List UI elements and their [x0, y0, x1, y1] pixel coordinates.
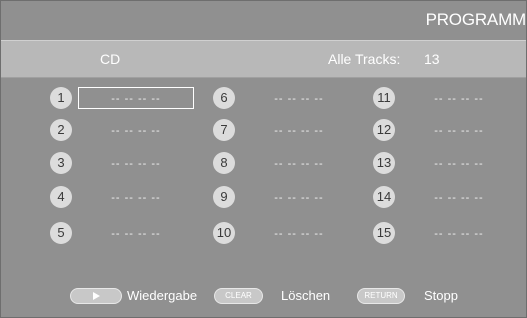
slot-value[interactable]: -- -- -- --: [401, 152, 517, 174]
clear-label: Löschen: [281, 288, 331, 303]
slot-value[interactable]: -- -- -- --: [78, 87, 194, 109]
slot-value[interactable]: -- -- -- --: [78, 186, 194, 208]
play-icon: [93, 291, 100, 300]
slot-value[interactable]: -- -- -- --: [78, 119, 194, 141]
play-button[interactable]: [70, 288, 122, 304]
slot-value[interactable]: -- -- -- --: [241, 186, 357, 208]
slot-number-badge: 14: [373, 186, 395, 208]
slot-number-badge: 8: [213, 152, 235, 174]
program-screen: PROGRAMM CD Alle Tracks: 13 1 -- -- -- -…: [0, 0, 527, 318]
slot-value[interactable]: -- -- -- --: [241, 152, 357, 174]
slot-number-badge: 5: [50, 222, 72, 244]
slot-number-badge: 12: [373, 119, 395, 141]
slot-value[interactable]: -- -- -- --: [401, 87, 517, 109]
disc-type: CD: [100, 51, 121, 67]
title-bar: PROGRAMM: [1, 1, 526, 40]
slot-number-badge: 11: [373, 87, 395, 109]
info-bar: CD Alle Tracks: 13: [1, 40, 526, 78]
slot-value[interactable]: -- -- -- --: [78, 222, 194, 244]
slot-value[interactable]: -- -- -- --: [78, 152, 194, 174]
slot-number-badge: 15: [373, 222, 395, 244]
slot-number-badge: 1: [50, 87, 72, 109]
slot-value[interactable]: -- -- -- --: [241, 87, 357, 109]
return-label: Stopp: [424, 288, 458, 303]
slot-value[interactable]: -- -- -- --: [241, 119, 357, 141]
slot-number-badge: 6: [213, 87, 235, 109]
slot-number-badge: 2: [50, 119, 72, 141]
slot-value[interactable]: -- -- -- --: [241, 222, 357, 244]
help-bar: Wiedergabe CLEAR Löschen RETURN Stopp: [1, 284, 526, 312]
slot-value[interactable]: -- -- -- --: [401, 119, 517, 141]
slot-number-badge: 10: [213, 222, 235, 244]
slot-number-badge: 9: [213, 186, 235, 208]
total-tracks-value: 13: [424, 51, 440, 67]
slot-number-badge: 13: [373, 152, 395, 174]
return-button[interactable]: RETURN: [357, 288, 405, 304]
page-title: PROGRAMM: [425, 10, 526, 29]
slot-value[interactable]: -- -- -- --: [401, 186, 517, 208]
play-label: Wiedergabe: [127, 288, 198, 303]
slot-number-badge: 3: [50, 152, 72, 174]
slot-value[interactable]: -- -- -- --: [401, 222, 517, 244]
clear-button[interactable]: CLEAR: [214, 288, 263, 304]
slot-number-badge: 4: [50, 186, 72, 208]
slot-number-badge: 7: [213, 119, 235, 141]
total-tracks-label: Alle Tracks:: [328, 51, 401, 67]
